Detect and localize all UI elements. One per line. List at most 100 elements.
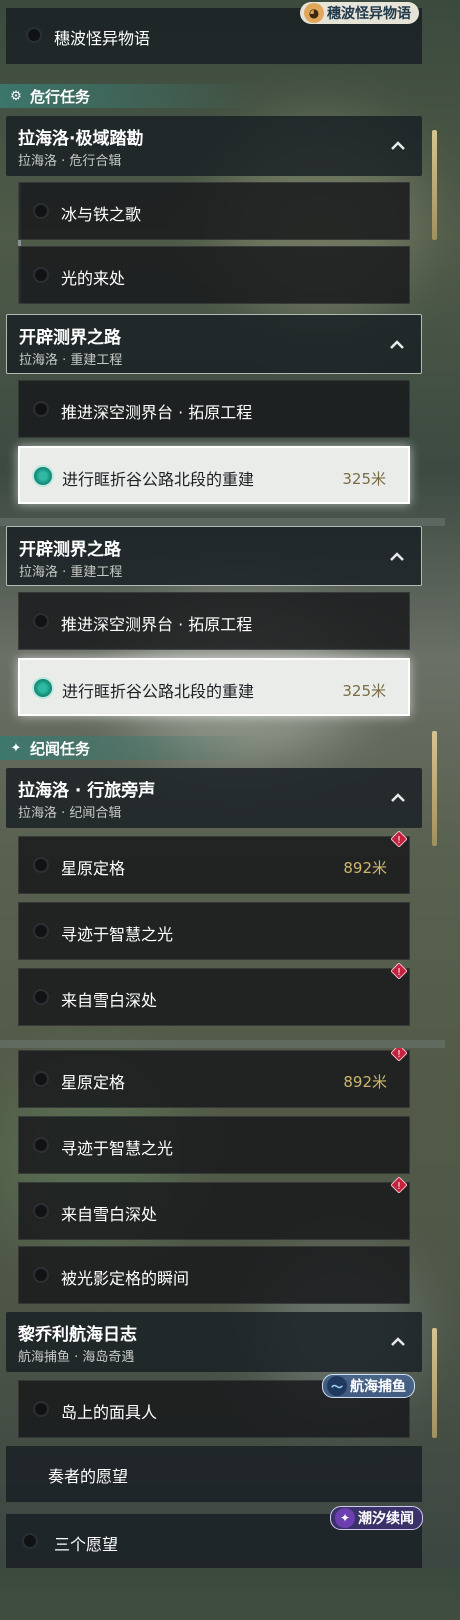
quest-group-header[interactable]: 拉海洛·极域踏勘 拉海洛 · 危行合辑 xyxy=(6,116,422,176)
quest-label: 星原定格 xyxy=(61,1073,126,1092)
quest-item[interactable]: 寻迹于智慧之光 xyxy=(18,1116,410,1174)
badge-label: 航海捕鱼 xyxy=(350,1379,406,1395)
group-subtitle: 拉海洛 · 重建工程 xyxy=(19,565,123,580)
wave-icon: 〜 xyxy=(327,1376,347,1396)
badge-suibo[interactable]: ◕ 穗波怪异物语 xyxy=(300,2,419,24)
quest-item[interactable]: 冰与铁之歌 xyxy=(18,182,410,240)
quest-group-header[interactable]: 开辟测界之路 拉海洛 · 重建工程 xyxy=(6,526,422,586)
tracking-icon xyxy=(32,465,54,487)
quest-item[interactable]: 推进深空测界台 · 拓原工程 xyxy=(18,592,410,650)
quest-group-header[interactable]: 黎乔利航海日志 航海捕鱼 · 海岛奇遇 xyxy=(6,1312,422,1372)
chevron-up-icon[interactable] xyxy=(389,549,405,565)
svg-text:!: ! xyxy=(397,967,401,978)
quest-distance: 325米 xyxy=(342,682,386,700)
quest-status-circle xyxy=(22,1533,38,1549)
panel-separator xyxy=(0,1040,445,1048)
group-subtitle: 拉海洛 · 重建工程 xyxy=(19,353,123,368)
svg-text:!: ! xyxy=(397,1049,401,1060)
quest-item[interactable]: 奏者的愿望 xyxy=(6,1446,422,1502)
panel-separator xyxy=(0,518,445,526)
quest-item[interactable]: 寻迹于智慧之光 xyxy=(18,902,410,960)
quest-label: 来自雪白深处 xyxy=(61,1205,158,1224)
quest-label: 寻迹于智慧之光 xyxy=(61,1139,174,1158)
group-title: 黎乔利航海日志 xyxy=(18,1325,137,1345)
quest-status-circle xyxy=(33,1203,49,1219)
quest-label: 三个愿望 xyxy=(54,1535,119,1554)
group-subtitle: 拉海洛 · 纪闻合辑 xyxy=(18,806,122,821)
alert-icon: ! xyxy=(391,831,407,847)
alert-icon: ! xyxy=(391,1177,407,1193)
gear-icon: ⚙ xyxy=(10,88,22,104)
badge-chaoxi[interactable]: ✦ 潮汐续闻 xyxy=(330,1506,423,1530)
quest-status-circle xyxy=(33,613,49,629)
quest-item[interactable]: 推进深空测界台 · 拓原工程 xyxy=(18,380,410,438)
quest-item[interactable]: 来自雪白深处 ! xyxy=(18,963,410,1026)
quest-label: 光的来处 xyxy=(61,269,126,288)
quest-label: 寻迹于智慧之光 xyxy=(61,925,174,944)
quest-label: 进行眶折谷公路北段的重建 xyxy=(62,470,255,489)
quest-status-circle xyxy=(33,857,49,873)
quest-status-circle xyxy=(33,923,49,939)
group-title: 拉海洛 · 行旅旁声 xyxy=(18,781,156,801)
quest-status-circle xyxy=(33,989,49,1005)
quest-status-circle xyxy=(33,1071,49,1087)
quest-label: 穗波怪异物语 xyxy=(54,29,151,48)
quest-label: 冰与铁之歌 xyxy=(61,205,142,224)
group-subtitle: 航海捕鱼 · 海岛奇遇 xyxy=(18,1350,135,1365)
quest-status-circle xyxy=(33,267,49,283)
quest-label: 来自雪白深处 xyxy=(61,991,158,1010)
quest-item[interactable]: 被光影定格的瞬间 xyxy=(18,1246,410,1304)
mascot-icon: ◕ xyxy=(304,3,324,23)
quest-label: 奏者的愿望 xyxy=(48,1467,129,1486)
group-title: 开辟测界之路 xyxy=(19,328,121,348)
tide-icon: ✦ xyxy=(335,1508,355,1528)
sparkle-icon: ✦ xyxy=(10,740,22,756)
quest-label: 进行眶折谷公路北段的重建 xyxy=(62,682,255,701)
badge-label: 潮汐续闻 xyxy=(358,1511,414,1527)
tracking-icon xyxy=(32,677,54,699)
quest-group-header[interactable]: 拉海洛 · 行旅旁声 拉海洛 · 纪闻合辑 xyxy=(6,768,422,828)
scrollbar-thumb[interactable] xyxy=(432,130,437,240)
quest-status-circle xyxy=(33,203,49,219)
quest-status-circle xyxy=(33,1267,49,1283)
alert-icon: ! xyxy=(391,1048,407,1061)
badge-label: 穗波怪异物语 xyxy=(327,6,411,22)
quest-distance: 325米 xyxy=(342,470,386,488)
chevron-up-icon[interactable] xyxy=(390,790,406,806)
svg-text:!: ! xyxy=(397,1181,401,1192)
quest-item-active[interactable]: 进行眶折谷公路北段的重建 325米 xyxy=(18,446,410,504)
scrollbar-thumb[interactable] xyxy=(432,1328,437,1438)
panel-1: 穗波怪异物语 ⚙ 危行任务 拉海洛·极域踏勘 拉海洛 · 危行合辑 冰与铁之歌 … xyxy=(0,0,445,520)
alert-icon: ! xyxy=(391,963,407,979)
quest-item[interactable]: 星原定格 892米 ! xyxy=(18,1048,410,1108)
scrollbar-thumb[interactable] xyxy=(432,731,437,846)
quest-label: 星原定格 xyxy=(61,859,126,878)
quest-status-circle xyxy=(26,27,42,43)
quest-label: 被光影定格的瞬间 xyxy=(61,1269,190,1288)
category-tag-lore: ✦ 纪闻任务 xyxy=(0,736,260,760)
quest-item[interactable]: 来自雪白深处 ! xyxy=(18,1177,410,1240)
quest-status-circle xyxy=(33,1401,49,1417)
quest-item-active[interactable]: 进行眶折谷公路北段的重建 325米 xyxy=(18,658,410,716)
group-subtitle: 拉海洛 · 危行合辑 xyxy=(18,154,122,169)
category-label: 纪闻任务 xyxy=(30,739,91,758)
quest-label: 推进深空测界台 · 拓原工程 xyxy=(61,403,253,422)
chevron-up-icon[interactable] xyxy=(390,138,406,154)
quest-label: 推进深空测界台 · 拓原工程 xyxy=(61,615,253,634)
quest-distance: 892米 xyxy=(343,859,387,877)
category-label: 危行任务 xyxy=(30,87,91,106)
group-title: 拉海洛·极域踏勘 xyxy=(18,129,144,149)
svg-text:!: ! xyxy=(397,835,401,846)
chevron-up-icon[interactable] xyxy=(390,1334,406,1350)
quest-item[interactable]: 光的来处 xyxy=(18,246,410,304)
badge-hanghai[interactable]: 〜 航海捕鱼 xyxy=(322,1374,415,1398)
panel-3: 星原定格 892米 ! 寻迹于智慧之光 来自雪白深处 ! 被光影定格的瞬间 黎乔… xyxy=(0,1048,445,1568)
quest-status-circle xyxy=(33,1137,49,1153)
quest-label: 岛上的面具人 xyxy=(61,1403,158,1422)
group-title: 开辟测界之路 xyxy=(19,540,121,560)
quest-group-header[interactable]: 开辟测界之路 拉海洛 · 重建工程 xyxy=(6,314,422,374)
quest-distance: 892米 xyxy=(343,1073,387,1091)
quest-item[interactable]: 星原定格 892米 ! xyxy=(18,831,410,894)
category-tag-danger: ⚙ 危行任务 xyxy=(0,84,260,108)
chevron-up-icon[interactable] xyxy=(389,337,405,353)
